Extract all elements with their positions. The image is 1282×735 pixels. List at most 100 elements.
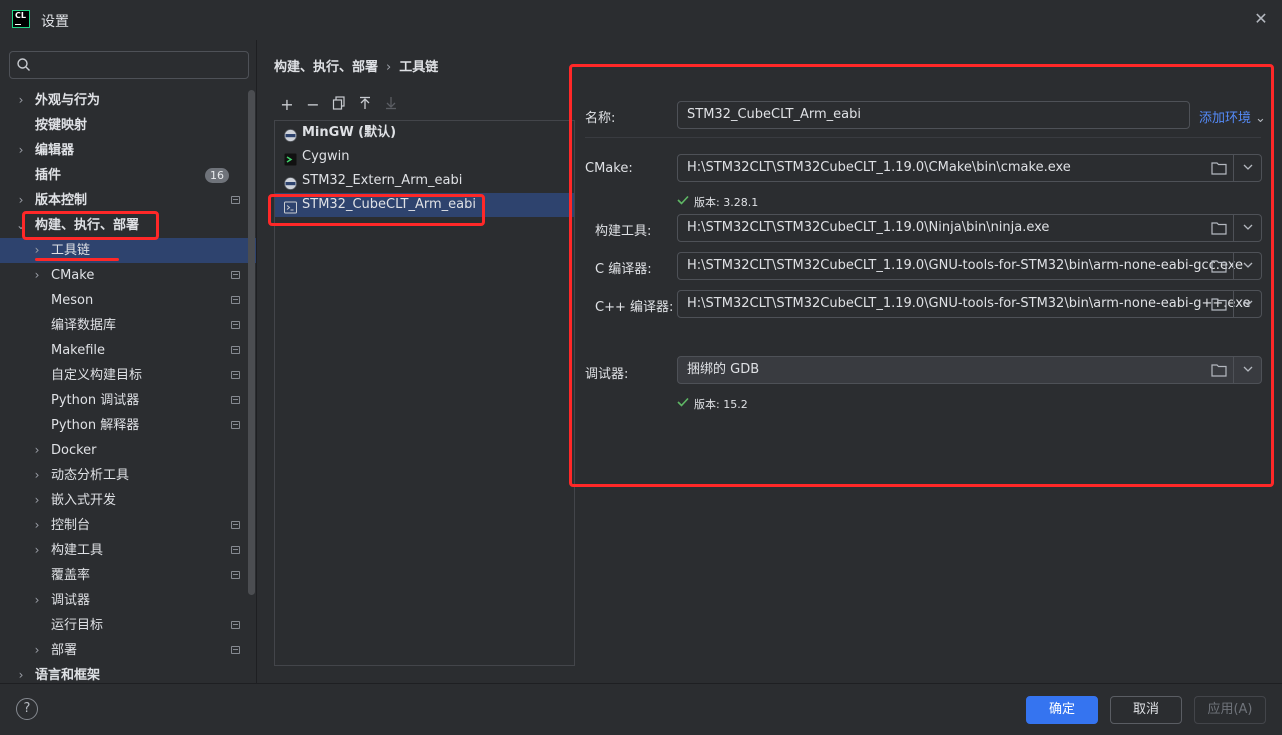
folder-icon[interactable] xyxy=(1211,161,1227,175)
cpp-compiler-value[interactable]: H:\STM32CLT\STM32CubeCLT_1.19.0\GNU-tool… xyxy=(687,291,1251,317)
folder-icon[interactable] xyxy=(1211,297,1227,311)
folder-icon[interactable] xyxy=(1211,221,1227,235)
breadcrumb-parent[interactable]: 构建、执行、部署 xyxy=(274,60,378,75)
ok-button[interactable]: 确定 xyxy=(1026,696,1098,724)
build-tool-field[interactable]: H:\STM32CLT\STM32CubeCLT_1.19.0\Ninja\bi… xyxy=(677,214,1262,242)
sidebar-item[interactable]: Python 调试器 xyxy=(0,388,256,413)
cancel-button[interactable]: 取消 xyxy=(1110,696,1182,724)
project-settings-icon xyxy=(231,296,240,304)
sidebar-item[interactable]: 运行目标 xyxy=(0,613,256,638)
sidebar-item-label: 构建工具 xyxy=(51,543,104,558)
sidebar-item-label: 版本控制 xyxy=(35,193,88,208)
sidebar-item[interactable]: 覆盖率 xyxy=(0,563,256,588)
add-environment-button[interactable]: 添加环境 ⌄ xyxy=(1199,107,1266,126)
copy-icon[interactable] xyxy=(330,96,348,114)
chevron-right-icon[interactable]: › xyxy=(15,88,27,113)
folder-icon[interactable] xyxy=(1211,259,1227,273)
chevron-right-icon[interactable]: › xyxy=(31,513,43,538)
sidebar-item[interactable]: › CMake xyxy=(0,263,256,288)
help-icon[interactable]: ? xyxy=(16,698,38,720)
build-tool-value[interactable]: H:\STM32CLT\STM32CubeCLT_1.19.0\Ninja\bi… xyxy=(687,215,1049,241)
sidebar-item[interactable]: › 外观与行为 xyxy=(0,88,256,113)
sidebar-item-label: Python 调试器 xyxy=(51,393,140,408)
chevron-down-icon[interactable] xyxy=(1241,258,1255,272)
sidebar-item[interactable]: › 编辑器 xyxy=(0,138,256,163)
highlight-underline-toolchain xyxy=(35,258,119,261)
sidebar-item[interactable]: Python 解释器 xyxy=(0,413,256,438)
sidebar-item[interactable]: Meson xyxy=(0,288,256,313)
sidebar-item-label: 编译数据库 xyxy=(51,318,117,333)
sidebar-item[interactable]: › 构建工具 xyxy=(0,538,256,563)
search-input[interactable] xyxy=(36,55,241,75)
sidebar-item[interactable]: › 嵌入式开发 xyxy=(0,488,256,513)
toolchain-item-label: STM32_CubeCLT_Arm_eabi xyxy=(302,197,476,212)
search-icon xyxy=(17,58,30,71)
apply-button[interactable]: 应用(A) xyxy=(1194,696,1266,724)
sidebar-item-label: 部署 xyxy=(51,643,78,658)
remove-icon[interactable]: − xyxy=(304,96,322,114)
sidebar-item[interactable]: › 版本控制 xyxy=(0,188,256,213)
chevron-right-icon[interactable]: › xyxy=(31,463,43,488)
cpp-compiler-label: C++ 编译器: xyxy=(595,300,674,315)
dialog-footer: 确定 取消 应用(A) xyxy=(0,683,1282,735)
sidebar-item[interactable]: › Docker xyxy=(0,438,256,463)
sidebar-item[interactable]: › 动态分析工具 xyxy=(0,463,256,488)
sidebar-item[interactable]: › 调试器 xyxy=(0,588,256,613)
debugger-value[interactable]: 捆绑的 GDB xyxy=(687,357,759,383)
chevron-right-icon[interactable]: › xyxy=(31,263,43,288)
toolchain-item[interactable]: Cygwin xyxy=(275,145,574,169)
sidebar-item[interactable]: › 部署 xyxy=(0,638,256,663)
sidebar-item-label: 构建、执行、部署 xyxy=(35,218,140,233)
chevron-right-icon[interactable]: › xyxy=(31,488,43,513)
toolchain-item[interactable]: STM32_CubeCLT_Arm_eabi xyxy=(275,193,574,217)
c-compiler-value[interactable]: H:\STM32CLT\STM32CubeCLT_1.19.0\GNU-tool… xyxy=(687,253,1243,279)
sidebar-item-label: 按键映射 xyxy=(35,118,88,133)
terminal-icon xyxy=(284,199,297,214)
chevron-right-icon[interactable]: › xyxy=(15,138,27,163)
project-settings-icon xyxy=(231,646,240,654)
search-box[interactable] xyxy=(9,51,249,79)
field-separator xyxy=(1233,215,1234,241)
sidebar-item-label: 自定义构建目标 xyxy=(51,368,143,383)
chevron-right-icon[interactable]: › xyxy=(15,188,27,213)
sidebar-item[interactable]: ⌄ 构建、执行、部署 xyxy=(0,213,256,238)
sidebar-item[interactable]: 插件 16 xyxy=(0,163,256,188)
chevron-right-icon[interactable]: › xyxy=(31,588,43,613)
chevron-down-icon[interactable]: ⌄ xyxy=(15,213,27,238)
chevron-down-icon[interactable] xyxy=(1241,160,1255,174)
sidebar-item[interactable]: › 控制台 xyxy=(0,513,256,538)
folder-icon[interactable] xyxy=(1211,363,1227,377)
name-field[interactable]: STM32_CubeCLT_Arm_eabi xyxy=(677,101,1190,129)
sidebar-item-label: CMake xyxy=(51,268,95,283)
debugger-field[interactable]: 捆绑的 GDB xyxy=(677,356,1262,384)
name-field-value[interactable]: STM32_CubeCLT_Arm_eabi xyxy=(687,102,861,128)
close-icon[interactable]: ✕ xyxy=(1252,10,1270,28)
chevron-down-icon[interactable] xyxy=(1241,296,1255,310)
toolchain-item[interactable]: MinGW (默认) xyxy=(275,121,574,145)
sidebar-item-label: 控制台 xyxy=(51,518,91,533)
toolchain-list: MinGW (默认) Cygwin STM32_Extern_Arm_eabi STM… xyxy=(274,120,575,666)
cmake-label: CMake: xyxy=(585,161,633,176)
cpp-compiler-field[interactable]: H:\STM32CLT\STM32CubeCLT_1.19.0\GNU-tool… xyxy=(677,290,1262,318)
sidebar-scrollbar[interactable] xyxy=(248,90,255,595)
toolchain-item-label: Cygwin xyxy=(302,149,350,164)
cmake-path-field[interactable]: H:\STM32CLT\STM32CubeCLT_1.19.0\CMake\bi… xyxy=(677,154,1262,182)
move-down-icon[interactable] xyxy=(382,96,400,114)
sidebar-item-label: 调试器 xyxy=(51,593,91,608)
add-icon[interactable]: + xyxy=(278,96,296,114)
chevron-down-icon[interactable] xyxy=(1241,362,1255,376)
sidebar-item[interactable]: 按键映射 xyxy=(0,113,256,138)
chevron-down-icon[interactable] xyxy=(1241,220,1255,234)
chevron-right-icon[interactable]: › xyxy=(31,638,43,663)
chevron-right-icon[interactable]: › xyxy=(31,538,43,563)
toolchain-item[interactable]: STM32_Extern_Arm_eabi xyxy=(275,169,574,193)
cmake-path-value[interactable]: H:\STM32CLT\STM32CubeCLT_1.19.0\CMake\bi… xyxy=(687,155,1071,181)
c-compiler-field[interactable]: H:\STM32CLT\STM32CubeCLT_1.19.0\GNU-tool… xyxy=(677,252,1262,280)
sidebar-item[interactable]: Makefile xyxy=(0,338,256,363)
move-up-icon[interactable] xyxy=(356,96,374,114)
sidebar-item[interactable]: 自定义构建目标 xyxy=(0,363,256,388)
chevron-right-icon[interactable]: › xyxy=(31,438,43,463)
toolchain-item-label: MinGW (默认) xyxy=(302,125,397,140)
name-label: 名称: xyxy=(585,111,616,126)
sidebar-item[interactable]: 编译数据库 xyxy=(0,313,256,338)
